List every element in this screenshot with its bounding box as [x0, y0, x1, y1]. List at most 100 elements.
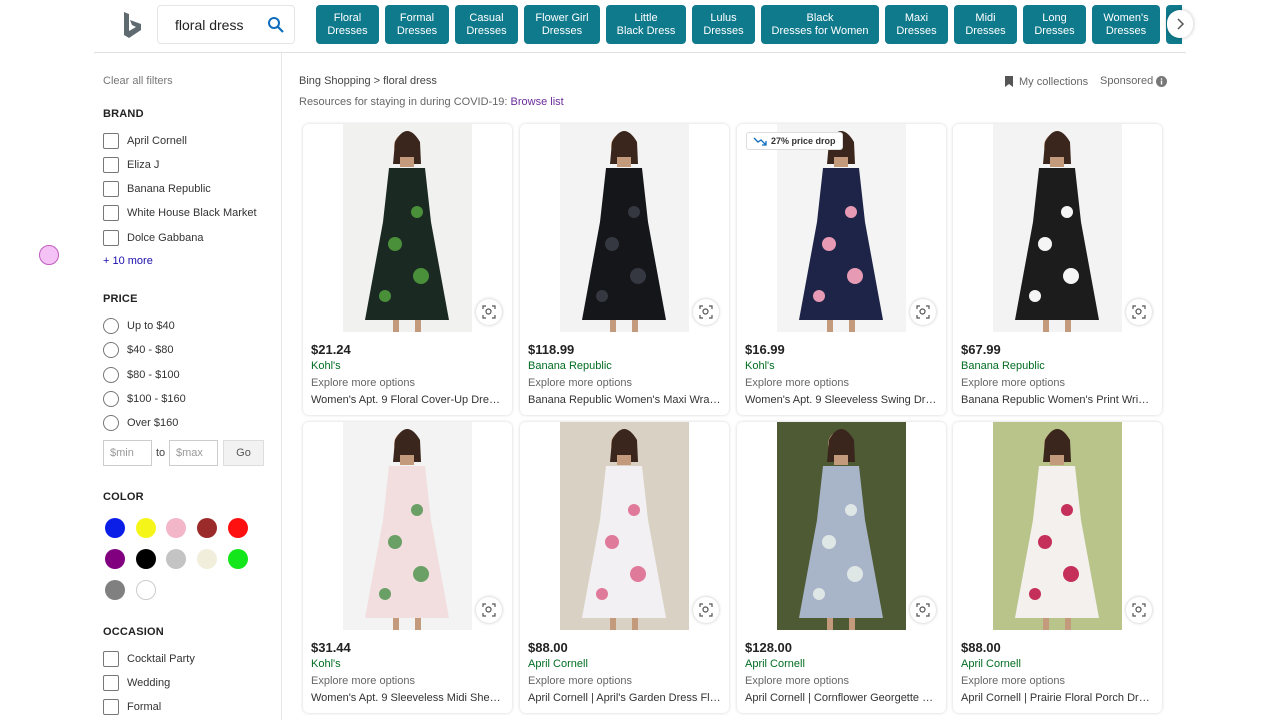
more-brands-link[interactable]: + 10 more	[103, 255, 153, 267]
pill-lulus-dresses[interactable]: Lulus Dresses	[692, 5, 755, 44]
product-title[interactable]: Women's Apt. 9 Floral Cover-Up Dress, ..…	[311, 394, 504, 406]
pill-casual-dresses[interactable]: Casual Dresses	[455, 5, 518, 44]
pill-little-black-dress[interactable]: Little Black Dress	[606, 5, 686, 44]
visual-search-button[interactable]	[1126, 299, 1152, 325]
product-card[interactable]: 27% price drop $16.99 Kohl's Explore more o…	[737, 124, 946, 415]
price-min-input[interactable]: $min	[103, 440, 152, 466]
explore-options-link[interactable]: Explore more options	[745, 377, 849, 389]
checkbox[interactable]	[103, 675, 119, 691]
explore-options-link[interactable]: Explore more options	[311, 675, 415, 687]
pill-long-dresses[interactable]: Long Dresses	[1023, 5, 1086, 44]
price-max-input[interactable]: $max	[169, 440, 218, 466]
color-swatch[interactable]	[166, 549, 186, 569]
occasion-option[interactable]: Wedding	[103, 674, 170, 692]
info-icon[interactable]	[1156, 75, 1168, 87]
product-title[interactable]: Banana Republic Women's Print Wrinkl...	[961, 394, 1154, 406]
breadcrumb[interactable]: Bing Shopping > floral dress	[299, 75, 437, 87]
checkbox[interactable]	[103, 205, 119, 221]
explore-options-link[interactable]: Explore more options	[745, 675, 849, 687]
radio[interactable]	[103, 391, 119, 407]
product-card[interactable]: $88.00 April Cornell Explore more options A…	[953, 422, 1162, 713]
product-title[interactable]: Banana Republic Women's Maxi Wrap ...	[528, 394, 721, 406]
color-swatch[interactable]	[136, 518, 156, 538]
color-swatch[interactable]	[105, 580, 125, 600]
clear-all-filters-link[interactable]: Clear all filters	[103, 75, 173, 87]
radio[interactable]	[103, 367, 119, 383]
checkbox[interactable]	[103, 651, 119, 667]
color-swatch[interactable]	[105, 518, 125, 538]
radio[interactable]	[103, 415, 119, 431]
explore-options-link[interactable]: Explore more options	[311, 377, 415, 389]
product-title[interactable]: April Cornell | April's Garden Dress Flo…	[528, 692, 721, 704]
checkbox[interactable]	[103, 157, 119, 173]
pill-black-dresses-for-women[interactable]: Black Dresses for Women	[761, 5, 879, 44]
browse-list-link[interactable]: Browse list	[511, 96, 564, 108]
explore-options-link[interactable]: Explore more options	[528, 377, 632, 389]
explore-options-link[interactable]: Explore more options	[528, 675, 632, 687]
explore-options-link[interactable]: Explore more options	[961, 377, 1065, 389]
color-swatch[interactable]	[228, 518, 248, 538]
product-card[interactable]: $118.99 Banana Republic Explore more optio…	[520, 124, 729, 415]
product-card[interactable]: $88.00 April Cornell Explore more options A…	[520, 422, 729, 713]
color-swatch[interactable]	[136, 580, 156, 600]
search-icon[interactable]	[267, 16, 285, 34]
brand-option[interactable]: Eliza J	[103, 156, 159, 174]
checkbox[interactable]	[103, 230, 119, 246]
price-option[interactable]: $100 - $160	[103, 390, 186, 408]
pill-formal-dresses[interactable]: Formal Dresses	[385, 5, 449, 44]
price-go-button[interactable]: Go	[223, 440, 264, 466]
product-seller[interactable]: April Cornell	[745, 658, 805, 670]
search-input[interactable]: floral dress	[157, 5, 295, 44]
checkbox[interactable]	[103, 181, 119, 197]
product-card[interactable]: $31.44 Kohl's Explore more options Women's …	[303, 422, 512, 713]
product-title[interactable]: Women's Apt. 9 Sleeveless Swing Dres...	[745, 394, 938, 406]
product-card[interactable]: $21.24 Kohl's Explore more options Women's …	[303, 124, 512, 415]
product-seller[interactable]: Kohl's	[311, 360, 341, 372]
color-swatch[interactable]	[166, 518, 186, 538]
pill-midi-dresses[interactable]: Midi Dresses	[954, 5, 1017, 44]
product-seller[interactable]: Kohl's	[311, 658, 341, 670]
bing-logo-icon[interactable]	[120, 10, 144, 40]
price-option[interactable]: $40 - $80	[103, 341, 173, 359]
product-card[interactable]: $67.99 Banana Republic Explore more option…	[953, 124, 1162, 415]
brand-option[interactable]: April Cornell	[103, 132, 187, 150]
color-swatch[interactable]	[105, 549, 125, 569]
color-swatch[interactable]	[197, 549, 217, 569]
color-swatch[interactable]	[197, 518, 217, 538]
radio[interactable]	[103, 318, 119, 334]
product-seller[interactable]: April Cornell	[528, 658, 588, 670]
product-card[interactable]: $128.00 April Cornell Explore more options…	[737, 422, 946, 713]
pill-maxi-dresses[interactable]: Maxi Dresses	[885, 5, 948, 44]
product-title[interactable]: April Cornell | Cornflower Georgette Dr.…	[745, 692, 938, 704]
product-title[interactable]: April Cornell | Prairie Floral Porch Dre…	[961, 692, 1154, 704]
price-option[interactable]: Over $160	[103, 414, 178, 432]
color-swatch[interactable]	[136, 549, 156, 569]
visual-search-button[interactable]	[476, 299, 502, 325]
color-swatch[interactable]	[228, 549, 248, 569]
visual-search-button[interactable]	[910, 299, 936, 325]
pills-next-button[interactable]	[1167, 10, 1193, 38]
radio[interactable]	[103, 342, 119, 358]
product-seller[interactable]: Kohl's	[745, 360, 775, 372]
product-title[interactable]: Women's Apt. 9 Sleeveless Midi Sheat...	[311, 692, 504, 704]
pill-floral-dresses[interactable]: Floral Dresses	[316, 5, 379, 44]
brand-option[interactable]: Banana Republic	[103, 180, 211, 198]
pill-flower-girl-dresses[interactable]: Flower Girl Dresses	[524, 5, 600, 44]
price-option[interactable]: $80 - $100	[103, 366, 180, 384]
checkbox[interactable]	[103, 699, 119, 715]
visual-search-button[interactable]	[910, 597, 936, 623]
visual-search-button[interactable]	[476, 597, 502, 623]
product-seller[interactable]: April Cornell	[961, 658, 1021, 670]
visual-search-button[interactable]	[1126, 597, 1152, 623]
sponsored-label[interactable]: Sponsored	[1100, 75, 1168, 87]
product-seller[interactable]: Banana Republic	[961, 360, 1045, 372]
my-collections-button[interactable]: My collections	[1004, 75, 1088, 88]
visual-search-button[interactable]	[693, 597, 719, 623]
explore-options-link[interactable]: Explore more options	[961, 675, 1065, 687]
occasion-option[interactable]: Cocktail Party	[103, 650, 195, 668]
brand-option[interactable]: White House Black Market	[103, 204, 257, 222]
pill-womens-dresses[interactable]: Women's Dresses	[1092, 5, 1160, 44]
price-option[interactable]: Up to $40	[103, 317, 175, 335]
occasion-option[interactable]: Formal	[103, 698, 161, 716]
visual-search-button[interactable]	[693, 299, 719, 325]
